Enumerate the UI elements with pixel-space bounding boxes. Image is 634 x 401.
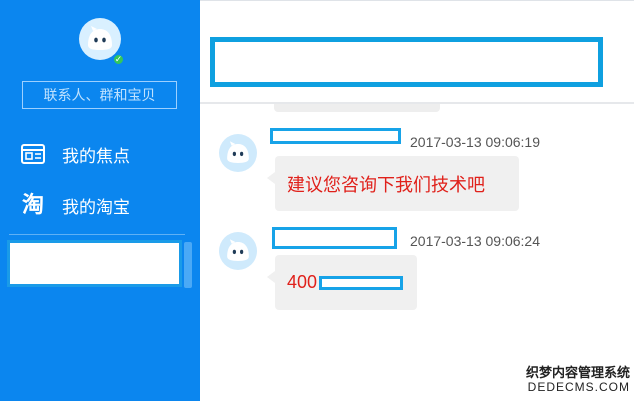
sidebar-scrollbar[interactable] bbox=[184, 242, 192, 288]
message-bubble: 400 bbox=[267, 255, 417, 310]
message-text: 400 bbox=[287, 272, 318, 292]
mascot-icon bbox=[227, 141, 249, 163]
chat-panel: 2017-03-13 09:06:19 建议您咨询下我们技术吧 2017-03-… bbox=[200, 0, 634, 401]
chat-title-redacted bbox=[210, 37, 603, 87]
user-avatar[interactable]: ✓ bbox=[79, 18, 125, 66]
watermark-line1: 织梦内容管理系统 bbox=[525, 365, 630, 381]
sidebar-item-my-taobao[interactable]: 淘 我的淘宝 bbox=[0, 184, 200, 226]
sidebar-item-my-focus[interactable]: 我的焦点 bbox=[0, 133, 200, 175]
focus-card-icon bbox=[19, 144, 47, 164]
sender-avatar[interactable] bbox=[219, 232, 257, 270]
search-input[interactable]: 联系人、群和宝贝 bbox=[22, 81, 177, 109]
sidebar-divider bbox=[9, 234, 185, 235]
sender-name-redacted bbox=[272, 227, 397, 249]
sidebar-item-label: 我的淘宝 bbox=[62, 197, 130, 217]
sidebar: ✓ 联系人、群和宝贝 我的焦点 淘 我的淘宝 bbox=[0, 0, 200, 401]
message-bubble: 建议您咨询下我们技术吧 bbox=[267, 156, 519, 211]
taobao-icon: 淘 bbox=[19, 194, 47, 216]
selected-contact-redacted[interactable] bbox=[7, 240, 182, 287]
watermark: 织梦内容管理系统 DEDECMS.COM bbox=[525, 365, 630, 395]
message-time: 2017-03-13 09:06:24 bbox=[410, 233, 540, 249]
top-border bbox=[200, 0, 634, 1]
sidebar-item-label: 我的焦点 bbox=[62, 146, 130, 166]
taobao-glyph: 淘 bbox=[21, 192, 44, 217]
previous-message-bubble bbox=[274, 104, 440, 112]
sender-avatar[interactable] bbox=[219, 134, 257, 172]
phone-number-redacted bbox=[319, 275, 404, 290]
mascot-icon bbox=[227, 239, 249, 261]
message-text: 建议您咨询下我们技术吧 bbox=[287, 174, 485, 195]
online-status-icon: ✓ bbox=[112, 53, 125, 66]
message-time: 2017-03-13 09:06:19 bbox=[410, 134, 540, 150]
sender-name-redacted bbox=[270, 128, 401, 144]
watermark-line2: DEDECMS.COM bbox=[527, 380, 630, 395]
